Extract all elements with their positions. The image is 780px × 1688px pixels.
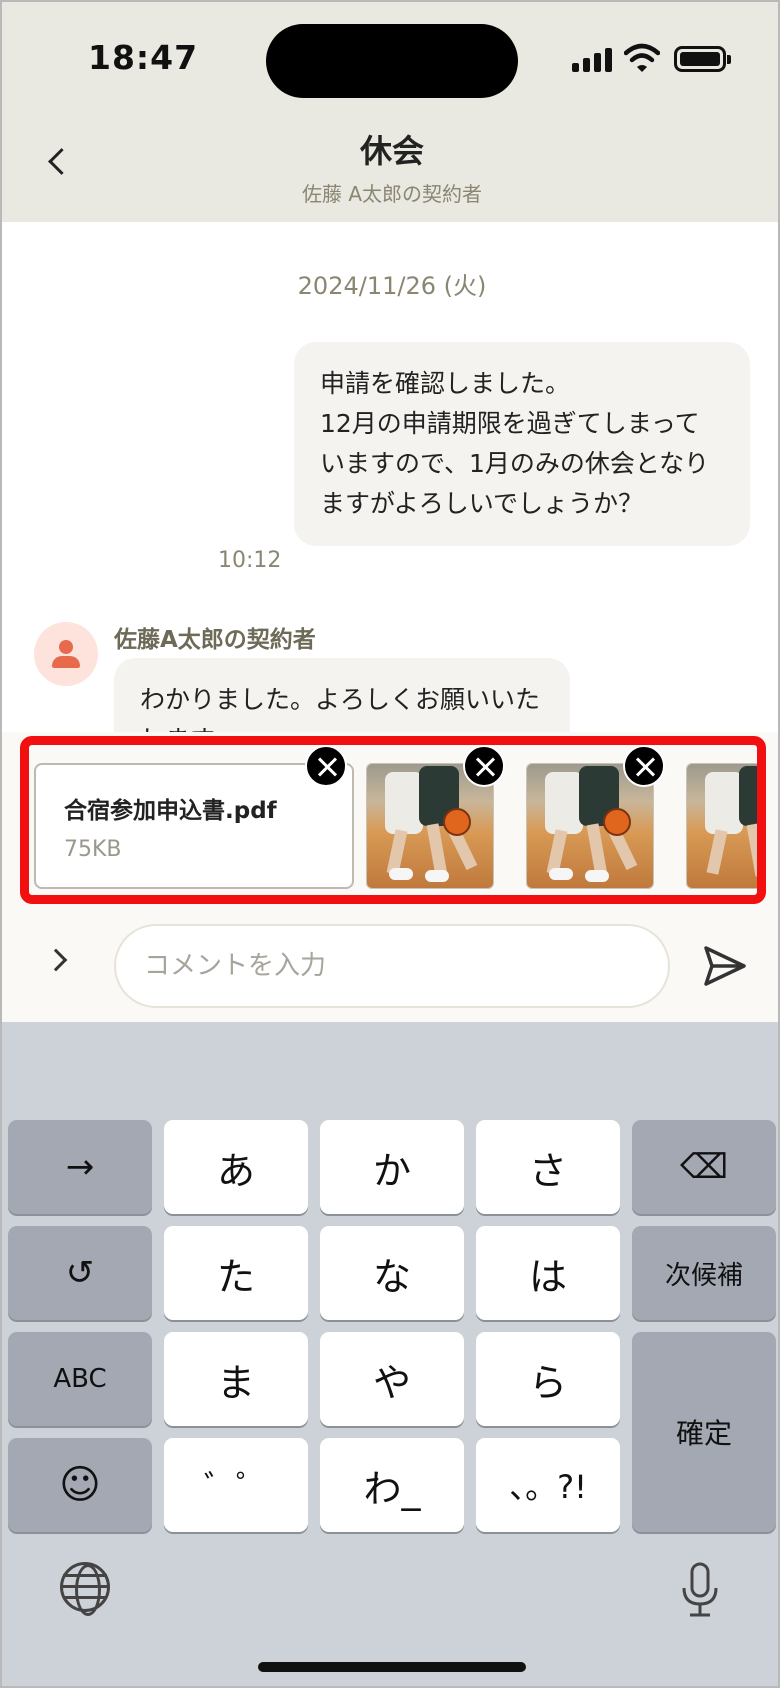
battery-icon bbox=[674, 46, 731, 72]
chat-area[interactable]: 2024/11/26 (火) 申請を確認しました。 12月の申請期限を過ぎてしま… bbox=[2, 222, 778, 732]
home-indicator[interactable] bbox=[258, 1662, 526, 1672]
key-ha[interactable]: は bbox=[476, 1226, 620, 1320]
key-ka[interactable]: か bbox=[320, 1120, 464, 1214]
sender-name: 佐藤A太郎の契約者 bbox=[114, 627, 316, 653]
incoming-message: わかりました。よろしくお願いいたします。 bbox=[114, 658, 570, 732]
remove-attachment-button[interactable] bbox=[623, 745, 665, 787]
attachment-strip[interactable]: 合宿参加申込書.pdf 75KB bbox=[29, 745, 757, 895]
next-candidate-key[interactable]: 次候補 bbox=[632, 1226, 776, 1320]
page-title: 休会 bbox=[359, 132, 424, 170]
pdf-file-size: 75KB bbox=[64, 837, 122, 862]
key-a[interactable]: あ bbox=[164, 1120, 308, 1214]
avatar bbox=[34, 622, 98, 686]
composer bbox=[2, 912, 778, 1022]
person-icon bbox=[59, 640, 73, 654]
wifi-icon bbox=[624, 43, 660, 72]
key-ra[interactable]: ら bbox=[476, 1332, 620, 1426]
abc-key[interactable]: ABC bbox=[8, 1332, 152, 1426]
dakuten-key[interactable]: ゛゜ bbox=[164, 1438, 308, 1532]
key-ta[interactable]: た bbox=[164, 1226, 308, 1320]
remove-attachment-button[interactable] bbox=[305, 745, 347, 787]
microphone-icon[interactable] bbox=[680, 1562, 720, 1618]
globe-icon[interactable] bbox=[60, 1562, 110, 1616]
date-separator: 2024/11/26 (火) bbox=[297, 272, 487, 300]
attachment-highlight: 合宿参加申込書.pdf 75KB bbox=[20, 736, 766, 904]
pdf-file-name: 合宿参加申込書.pdf bbox=[64, 798, 277, 824]
status-bar: 18:47 bbox=[2, 2, 778, 112]
message-time: 10:12 bbox=[218, 548, 282, 573]
remove-attachment-button[interactable] bbox=[463, 745, 505, 787]
comment-input[interactable] bbox=[116, 926, 668, 1006]
pdf-attachment[interactable]: 合宿参加申込書.pdf 75KB bbox=[34, 763, 354, 889]
page-subtitle: 佐藤 A太郎の契約者 bbox=[301, 182, 483, 206]
comment-field[interactable] bbox=[114, 924, 670, 1008]
signal-icon bbox=[572, 46, 614, 72]
attachment-bar: 合宿参加申込書.pdf 75KB bbox=[2, 732, 778, 912]
emoji-key[interactable]: ☺ bbox=[8, 1438, 152, 1532]
status-time: 18:47 bbox=[88, 38, 199, 77]
header: 休会 佐藤 A太郎の契約者 bbox=[2, 112, 778, 222]
key-wa[interactable]: わ_ bbox=[320, 1438, 464, 1532]
key-ya[interactable]: や bbox=[320, 1332, 464, 1426]
key-sa[interactable]: さ bbox=[476, 1120, 620, 1214]
punctuation-key[interactable]: 、。?! bbox=[476, 1438, 620, 1532]
outgoing-message: 申請を確認しました。 12月の申請期限を過ぎてしまっていますので、1月のみの休会… bbox=[294, 342, 750, 546]
image-attachment[interactable] bbox=[686, 763, 757, 889]
expand-button[interactable] bbox=[42, 942, 78, 978]
keyboard: → あ か さ ⌫ ↺ た な は 次候補 ABC ま や ら ☺ ゛゜ わ_ … bbox=[2, 1022, 778, 1686]
phone-screen: 18:47 休会 佐藤 A太郎の契約者 2024/11/26 (火) 申請を確認… bbox=[0, 0, 780, 1688]
key-ma[interactable]: ま bbox=[164, 1332, 308, 1426]
backspace-key[interactable]: ⌫ bbox=[632, 1120, 776, 1214]
undo-key[interactable]: ↺ bbox=[8, 1226, 152, 1320]
confirm-key[interactable]: 確定 bbox=[632, 1332, 776, 1532]
key-next-arrow[interactable]: → bbox=[8, 1120, 152, 1214]
send-button[interactable] bbox=[702, 944, 748, 988]
dynamic-island bbox=[266, 24, 518, 98]
key-na[interactable]: な bbox=[320, 1226, 464, 1320]
